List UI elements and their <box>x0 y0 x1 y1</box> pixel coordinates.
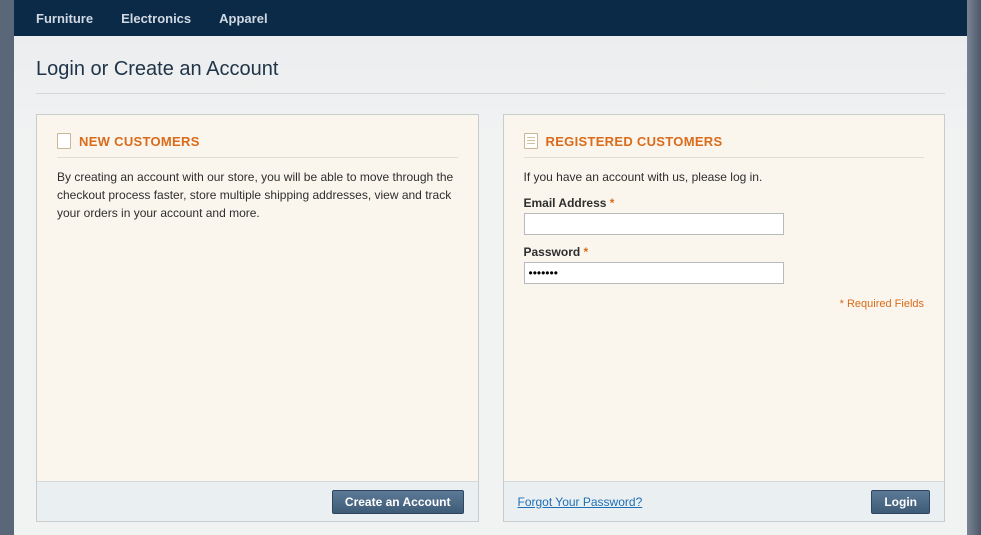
required-asterisk: * <box>584 245 589 259</box>
password-input[interactable] <box>524 262 784 284</box>
title-divider <box>36 93 945 94</box>
new-customers-box: NEW CUSTOMERS By creating an account wit… <box>36 114 479 522</box>
registered-customers-title: REGISTERED CUSTOMERS <box>546 134 723 149</box>
registered-intro: If you have an account with us, please l… <box>524 168 925 186</box>
registered-foot: Forgot Your Password? Login <box>504 481 945 521</box>
document-lines-icon <box>524 133 538 149</box>
required-fields-note: * Required Fields <box>524 298 925 310</box>
new-customers-foot: Create an Account <box>37 481 478 521</box>
new-customers-head: NEW CUSTOMERS <box>57 133 458 158</box>
registered-customers-box: REGISTERED CUSTOMERS If you have an acco… <box>503 114 946 522</box>
document-icon <box>57 133 71 149</box>
right-edge-shade <box>967 0 981 535</box>
create-account-button[interactable]: Create an Account <box>332 490 464 514</box>
columns: NEW CUSTOMERS By creating an account wit… <box>36 114 945 522</box>
registered-customers-head: REGISTERED CUSTOMERS <box>524 133 925 158</box>
password-label: Password * <box>524 245 925 259</box>
email-field-wrap: Email Address * <box>524 196 925 235</box>
content-area: Login or Create an Account NEW CUSTOMERS… <box>14 36 967 522</box>
nav-item-apparel[interactable]: Apparel <box>219 11 267 26</box>
nav-item-electronics[interactable]: Electronics <box>121 11 191 26</box>
required-asterisk: * <box>610 196 615 210</box>
forgot-password-link[interactable]: Forgot Your Password? <box>518 495 643 509</box>
login-button[interactable]: Login <box>871 490 930 514</box>
main-nav: Furniture Electronics Apparel <box>14 0 967 36</box>
password-field-wrap: Password * <box>524 245 925 284</box>
email-input[interactable] <box>524 213 784 235</box>
new-customers-desc: By creating an account with our store, y… <box>57 168 458 222</box>
page-title: Login or Create an Account <box>36 58 945 81</box>
email-label: Email Address * <box>524 196 925 210</box>
nav-item-furniture[interactable]: Furniture <box>36 11 93 26</box>
new-customers-title: NEW CUSTOMERS <box>79 134 200 149</box>
